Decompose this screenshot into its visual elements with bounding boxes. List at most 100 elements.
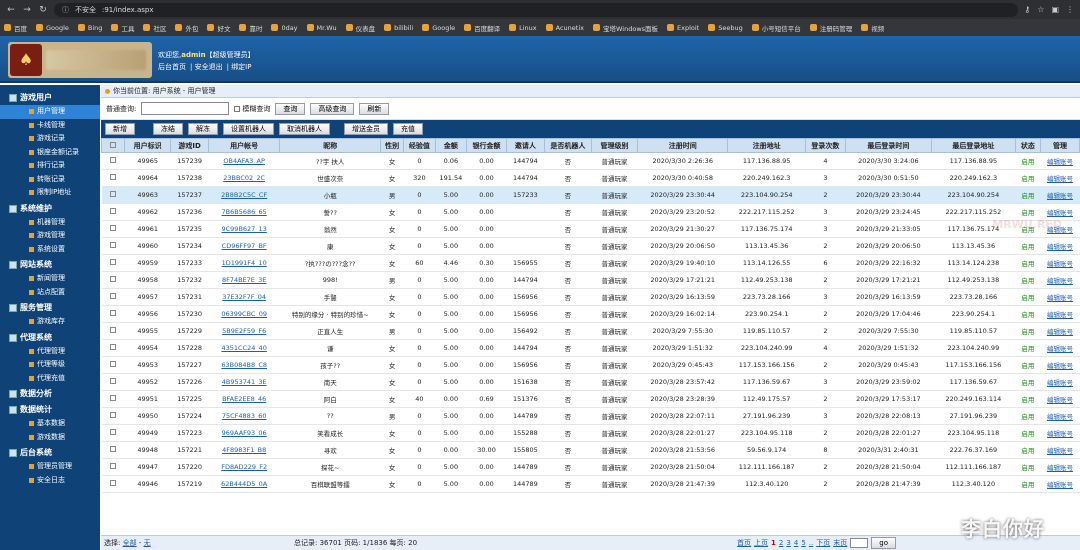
bookmark-item[interactable]: 社区 <box>143 23 166 33</box>
row-checkbox[interactable] <box>110 310 117 316</box>
table-cell[interactable]: 编辑账号 <box>1040 390 1080 408</box>
bookmark-item[interactable]: 宝塔Windows面板 <box>593 23 658 33</box>
row-checkbox[interactable] <box>110 242 117 248</box>
row-checkbox[interactable] <box>110 395 117 401</box>
table-cell[interactable]: 编辑账号 <box>1040 356 1080 374</box>
row-checkbox[interactable] <box>110 327 117 333</box>
sidebar-group[interactable]: 代理系统 <box>0 329 100 345</box>
star-icon[interactable]: ☆ <box>1037 5 1044 14</box>
forward-icon[interactable]: → <box>22 5 32 15</box>
table-cell[interactable]: BFAE2EE8_46 <box>208 390 280 408</box>
bookmark-item[interactable]: 靠时 <box>239 23 262 33</box>
table-cell[interactable]: 5B9E2F59_F6 <box>208 322 280 340</box>
pager-link[interactable]: 4 <box>794 539 798 547</box>
bookmark-item[interactable]: Google <box>36 24 69 32</box>
table-cell[interactable]: 75CF4883_60 <box>208 407 280 425</box>
table-cell[interactable]: FD8AD229_F2 <box>208 458 280 476</box>
toolbar-button[interactable]: 解冻 <box>188 123 218 135</box>
row-checkbox[interactable] <box>110 191 117 197</box>
bookmark-item[interactable]: 仪表盘 <box>345 23 375 33</box>
back-icon[interactable]: ← <box>6 5 16 15</box>
bookmark-item[interactable]: Acunetix <box>545 24 584 32</box>
table-row[interactable]: 49965 157239 OB4AFA3_AP ??宇 扶人女 0 0.06 0.00 144… <box>101 152 1080 170</box>
toolbar-button[interactable]: 增送金员 <box>344 123 388 135</box>
sidebar-item[interactable]: 卡线管理 <box>0 119 100 133</box>
row-checkbox[interactable] <box>110 259 117 265</box>
advanced-query-button[interactable]: 高级查询 <box>310 102 355 115</box>
table-row[interactable]: 49963 157237 2B8B2C5C_CF 小瓶男 0 5.00 0.00 157233… <box>101 186 1080 204</box>
select-all-checkbox[interactable] <box>110 141 117 148</box>
table-cell[interactable]: 编辑账号 <box>1040 441 1080 459</box>
table-row[interactable]: 49953 157227 63B084B8_C8 孩子?? 女 0 5.00 0.00 1569… <box>101 356 1080 374</box>
home-link[interactable]: 后台首页 <box>158 63 186 71</box>
sidebar-item[interactable]: 代理管理 <box>0 345 100 359</box>
reload-icon[interactable]: ↻ <box>38 5 48 15</box>
extension-icon[interactable]: ▣ <box>1051 5 1059 14</box>
pager-link[interactable]: 1 <box>771 539 776 547</box>
toolbar-button[interactable]: 冻结 <box>153 123 183 135</box>
sidebar-item[interactable]: 新闻管理 <box>0 272 100 286</box>
sidebar-item[interactable]: 游戏管理 <box>0 229 100 243</box>
table-cell[interactable]: 37E32F7F_04 <box>208 288 280 306</box>
sidebar-item[interactable]: 银座金额记录 <box>0 146 100 160</box>
table-cell[interactable]: 7B6B5686_65 <box>208 203 280 221</box>
fuzzy-checkbox[interactable]: 模糊查询 <box>234 104 270 114</box>
select-all-link[interactable]: 全部 <box>123 539 137 547</box>
sidebar-group[interactable]: 数据统计 <box>0 401 100 417</box>
sidebar-item[interactable]: 用户管理 <box>0 105 100 119</box>
table-cell[interactable]: 9C99B627_13 <box>208 220 280 238</box>
table-row[interactable]: 49958 157232 8F74BE7E_3E 998! 男 0 5.00 0.00 1447… <box>101 271 1080 289</box>
table-cell[interactable]: 62B444D5_0A <box>208 475 280 493</box>
bookmark-item[interactable]: 视频 <box>861 23 884 33</box>
table-row[interactable]: 49957 157231 37E32F7F_04 手豎女 0 5.00 0.00 156956… <box>101 288 1080 306</box>
sidebar-group[interactable]: 服务管理 <box>0 299 100 315</box>
table-cell[interactable]: 编辑账号 <box>1040 271 1080 289</box>
bookmark-item[interactable]: Mr.Wu <box>306 24 337 32</box>
table-cell[interactable]: 63B084B8_C8 <box>208 356 280 374</box>
sidebar-group[interactable]: 网站系统 <box>0 256 100 272</box>
table-cell[interactable]: 969AAF93_06 <box>208 424 280 442</box>
sidebar-item[interactable]: 基本数据 <box>0 417 100 431</box>
toolbar-button[interactable]: 充值 <box>393 123 423 135</box>
bookmark-item[interactable]: 百度 <box>4 23 27 33</box>
table-row[interactable]: 49959 157233 1D1991F4_10 ?执???の???念?? 女 60 4.4… <box>101 254 1080 272</box>
table-cell[interactable]: 编辑账号 <box>1040 288 1080 306</box>
page-jump-input[interactable] <box>850 538 869 548</box>
table-row[interactable]: 49950 157224 75CF4883_60?? 男 0 5.00 0.00 144789… <box>101 407 1080 425</box>
table-cell[interactable]: 编辑账号 <box>1040 373 1080 391</box>
toolbar-button[interactable]: 设置机器人 <box>223 123 274 135</box>
sidebar-item[interactable]: 站点配置 <box>0 286 100 300</box>
query-button[interactable]: 查询 <box>275 102 306 115</box>
table-cell[interactable]: 1D1991F4_10 <box>208 254 280 272</box>
bookmark-item[interactable]: Bing <box>77 24 102 32</box>
table-cell[interactable]: 编辑账号 <box>1040 169 1080 187</box>
table-cell[interactable]: 8F74BE7E_3E <box>208 271 280 289</box>
row-checkbox[interactable] <box>110 157 117 163</box>
search-input[interactable] <box>141 102 230 115</box>
sidebar-item[interactable]: 限制IP地址 <box>0 186 100 200</box>
sidebar-group[interactable]: 游戏用户 <box>0 89 100 105</box>
go-button[interactable]: go <box>871 537 896 549</box>
bookmark-item[interactable]: 好文 <box>207 23 230 33</box>
row-checkbox[interactable] <box>110 378 117 384</box>
pager-link[interactable]: 末页 <box>833 538 847 548</box>
table-cell[interactable]: 编辑账号 <box>1040 407 1080 425</box>
row-checkbox[interactable] <box>110 463 117 469</box>
table-cell[interactable]: 06399CBC_09 <box>208 305 280 323</box>
row-checkbox[interactable] <box>110 276 117 282</box>
sidebar-item[interactable]: 代理等级 <box>0 358 100 372</box>
table-row[interactable]: 49952 157226 4B953741_3E 南天女 0 5.00 0.00 151638… <box>101 373 1080 391</box>
table-cell[interactable]: 2B8B2C5C_CF <box>208 186 280 204</box>
sidebar-item[interactable]: 系统设置 <box>0 243 100 257</box>
bookmark-item[interactable]: Linux <box>509 24 537 32</box>
sidebar-item[interactable]: 游戏库存 <box>0 315 100 329</box>
table-row[interactable]: 49956 157230 06399CBC_09 特别的缘分 · 特别的珍惜~ 女 0 5.… <box>101 305 1080 323</box>
sidebar-item[interactable]: 转账记录 <box>0 173 100 187</box>
sidebar-item[interactable]: 游戏记录 <box>0 132 100 146</box>
sidebar-item[interactable]: 排行记录 <box>0 159 100 173</box>
table-cell[interactable]: 编辑账号 <box>1040 186 1080 204</box>
row-checkbox[interactable] <box>110 412 117 418</box>
row-checkbox[interactable] <box>110 361 117 367</box>
row-checkbox[interactable] <box>110 174 117 180</box>
bookmark-item[interactable]: 工具 <box>111 23 134 33</box>
